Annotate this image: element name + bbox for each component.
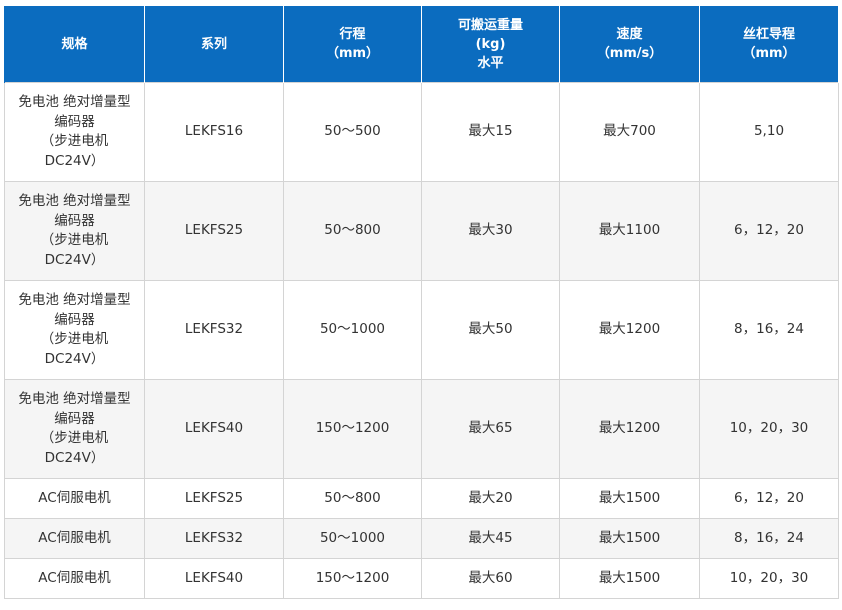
header-payload-orientation: 水平 bbox=[477, 55, 504, 71]
cell-stroke: 150～1200 bbox=[283, 558, 422, 599]
header-row: 规格 系列 行程 （mm） 可搬运重量 (kg) 水平 速度 （mm/s） 丝杠… bbox=[4, 6, 839, 83]
cell-stroke: 150～1200 bbox=[283, 379, 422, 479]
cell-stroke: 50～800 bbox=[283, 181, 422, 281]
spec-line: 编码器 bbox=[54, 113, 95, 130]
cell-payload: 最大15 bbox=[421, 82, 560, 182]
cell-lead: 8，16，24 bbox=[699, 280, 839, 380]
cell-payload: 最大65 bbox=[421, 379, 560, 479]
table-row: AC伺服电机 LEKFS32 50～1000 最大45 最大1500 8，16，… bbox=[4, 518, 839, 559]
header-payload: 可搬运重量 (kg) 水平 bbox=[421, 6, 560, 83]
cell-lead: 6，12，20 bbox=[699, 478, 839, 519]
cell-lead: 10，20，30 bbox=[699, 558, 839, 599]
cell-spec: 免电池 绝对增量型 编码器 （步进电机 DC24V） bbox=[4, 280, 145, 380]
cell-lead: 10，20，30 bbox=[699, 379, 839, 479]
cell-speed: 最大700 bbox=[559, 82, 700, 182]
cell-spec: 免电池 绝对增量型 编码器 （步进电机 DC24V） bbox=[4, 379, 145, 479]
table-header: 规格 系列 行程 （mm） 可搬运重量 (kg) 水平 速度 （mm/s） 丝杠… bbox=[4, 6, 839, 83]
cell-payload: 最大60 bbox=[421, 558, 560, 599]
spec-line: DC24V） bbox=[44, 251, 105, 268]
table-row: 免电池 绝对增量型 编码器 （步进电机 DC24V） LEKFS40 150～1… bbox=[4, 379, 839, 479]
header-lead-label: 丝杠导程 bbox=[742, 27, 795, 42]
cell-speed: 最大1500 bbox=[559, 518, 700, 559]
spec-line: 免电池 绝对增量型 bbox=[18, 94, 131, 110]
spec-line: 免电池 绝对增量型 bbox=[18, 292, 131, 308]
cell-stroke: 50～1000 bbox=[283, 280, 422, 380]
spec-line: 编码器 bbox=[54, 410, 95, 427]
cell-speed: 最大1100 bbox=[559, 181, 700, 281]
cell-stroke: 50～800 bbox=[283, 478, 422, 519]
spec-line: 编码器 bbox=[54, 212, 95, 229]
table-body: 免电池 绝对增量型 编码器 （步进电机 DC24V） LEKFS16 50～50… bbox=[4, 82, 839, 599]
header-speed: 速度 （mm/s） bbox=[559, 6, 700, 83]
cell-payload: 最大20 bbox=[421, 478, 560, 519]
cell-series: LEKFS25 bbox=[144, 181, 284, 281]
cell-speed: 最大1200 bbox=[559, 280, 700, 380]
header-lead-unit: （mm） bbox=[742, 46, 796, 61]
header-series: 系列 bbox=[144, 6, 284, 83]
spec-line: 免电池 绝对增量型 bbox=[18, 391, 131, 407]
table-row: AC伺服电机 LEKFS25 50～800 最大20 最大1500 6，12，2… bbox=[4, 478, 839, 519]
spec-table: 规格 系列 行程 （mm） 可搬运重量 (kg) 水平 速度 （mm/s） 丝杠… bbox=[4, 6, 839, 599]
header-stroke-unit: （mm） bbox=[325, 46, 380, 61]
spec-line: DC24V） bbox=[44, 350, 105, 367]
header-stroke: 行程 （mm） bbox=[283, 6, 422, 83]
cell-series: LEKFS32 bbox=[144, 280, 284, 380]
spec-line: 编码器 bbox=[54, 311, 95, 328]
header-spec-label: 规格 bbox=[61, 36, 88, 52]
table-row: AC伺服电机 LEKFS40 150～1200 最大60 最大1500 10，2… bbox=[4, 558, 839, 599]
header-lead: 丝杠导程 （mm） bbox=[699, 6, 839, 83]
header-stroke-label: 行程 bbox=[339, 27, 366, 42]
cell-spec: 免电池 绝对增量型 编码器 （步进电机 DC24V） bbox=[4, 181, 145, 281]
spec-line: 免电池 绝对增量型 bbox=[18, 193, 131, 209]
table-row: 免电池 绝对增量型 编码器 （步进电机 DC24V） LEKFS16 50～50… bbox=[4, 82, 839, 182]
cell-speed: 最大1500 bbox=[559, 478, 700, 519]
cell-speed: 最大1200 bbox=[559, 379, 700, 479]
spec-line: （步进电机 bbox=[40, 232, 109, 248]
cell-spec: AC伺服电机 bbox=[4, 558, 145, 599]
cell-lead: 8，16，24 bbox=[699, 518, 839, 559]
cell-stroke: 50～500 bbox=[283, 82, 422, 182]
cell-payload: 最大50 bbox=[421, 280, 560, 380]
cell-lead: 5,10 bbox=[699, 82, 839, 182]
spec-line: （步进电机 bbox=[40, 430, 109, 446]
header-speed-label: 速度 bbox=[616, 27, 643, 42]
cell-series: LEKFS32 bbox=[144, 518, 284, 559]
cell-spec: AC伺服电机 bbox=[4, 478, 145, 519]
cell-spec: 免电池 绝对增量型 编码器 （步进电机 DC24V） bbox=[4, 82, 145, 182]
cell-spec: AC伺服电机 bbox=[4, 518, 145, 559]
cell-series: LEKFS25 bbox=[144, 478, 284, 519]
header-payload-label: 可搬运重量 bbox=[457, 17, 523, 33]
header-spec: 规格 bbox=[4, 6, 145, 83]
spec-line: （步进电机 bbox=[40, 331, 109, 347]
spec-line: DC24V） bbox=[44, 449, 105, 466]
table-row: 免电池 绝对增量型 编码器 （步进电机 DC24V） LEKFS32 50～10… bbox=[4, 280, 839, 380]
cell-payload: 最大45 bbox=[421, 518, 560, 559]
header-payload-unit: (kg) bbox=[475, 36, 506, 52]
cell-series: LEKFS16 bbox=[144, 82, 284, 182]
header-speed-unit: （mm/s） bbox=[596, 46, 663, 61]
cell-series: LEKFS40 bbox=[144, 379, 284, 479]
cell-speed: 最大1500 bbox=[559, 558, 700, 599]
cell-payload: 最大30 bbox=[421, 181, 560, 281]
cell-series: LEKFS40 bbox=[144, 558, 284, 599]
cell-stroke: 50～1000 bbox=[283, 518, 422, 559]
spec-line: （步进电机 bbox=[40, 133, 109, 149]
header-series-label: 系列 bbox=[200, 36, 227, 52]
cell-lead: 6，12，20 bbox=[699, 181, 839, 281]
table-row: 免电池 绝对增量型 编码器 （步进电机 DC24V） LEKFS25 50～80… bbox=[4, 181, 839, 281]
spec-line: DC24V） bbox=[44, 152, 105, 169]
